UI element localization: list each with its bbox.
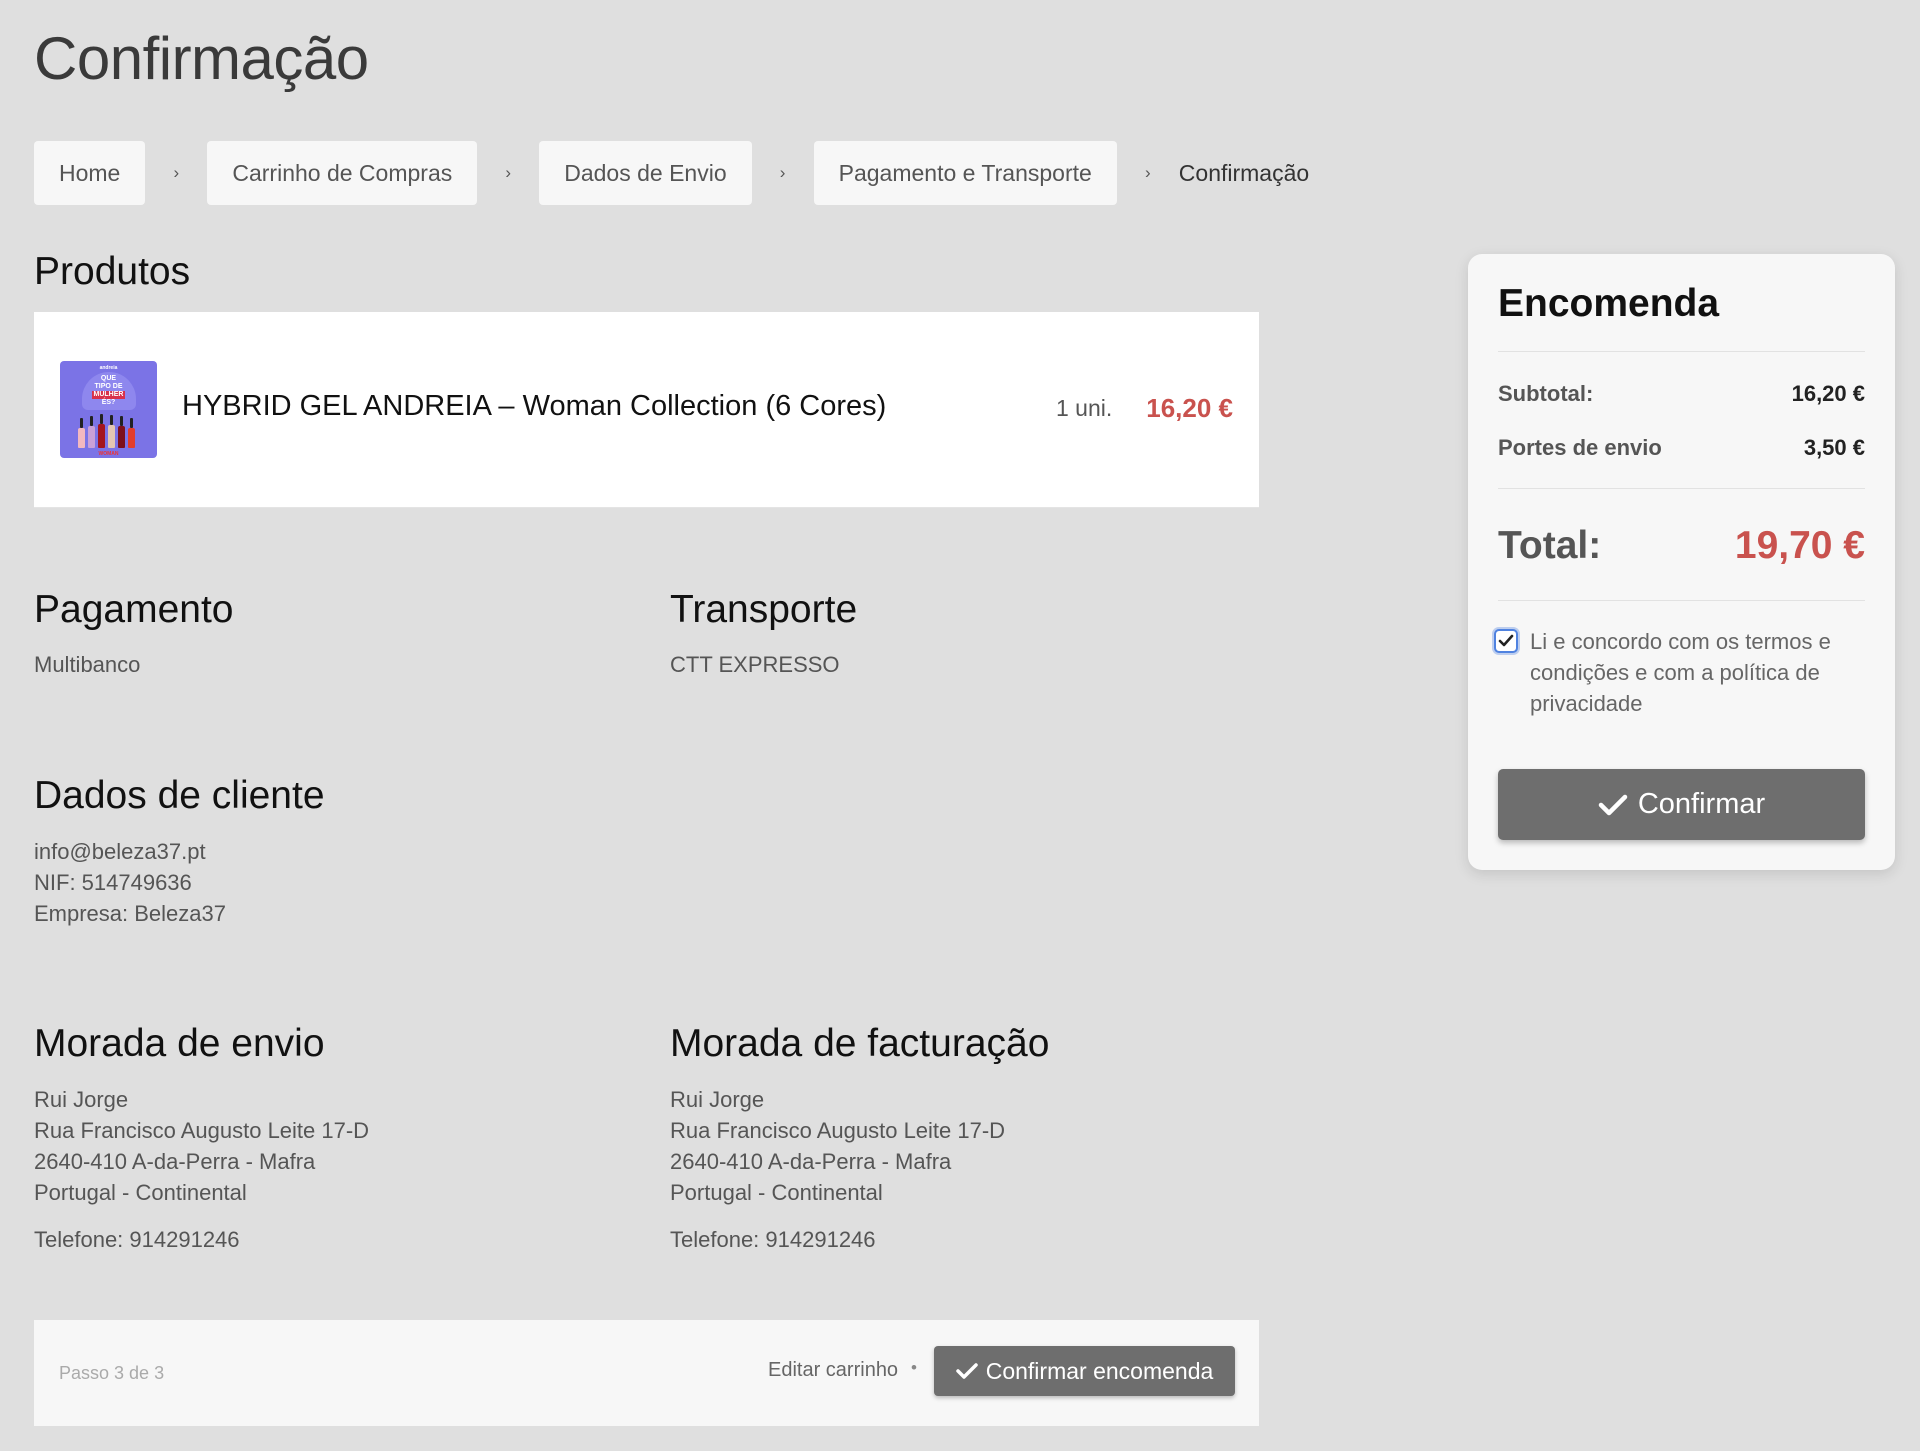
breadcrumb-shipping-data[interactable]: Dados de Envio [539, 141, 752, 205]
address-postcode: 2640-410 A-da-Perra - Mafra [670, 1149, 952, 1174]
shipping-address: Rui Jorge Rua Francisco Augusto Leite 17… [34, 1084, 369, 1208]
address-name: Rui Jorge [670, 1087, 765, 1112]
confirm-button[interactable]: Confirmar [1498, 769, 1865, 840]
address-postcode: 2640-410 A-da-Perra - Mafra [34, 1149, 316, 1174]
product-image-brand: andreia [99, 365, 118, 371]
edit-cart-link[interactable]: Editar carrinho [768, 1359, 898, 1382]
transport-method: CTT EXPRESSO [670, 652, 840, 677]
customer-nif: NIF: 514749636 [34, 870, 192, 895]
divider [1498, 600, 1865, 601]
address-street: Rua Francisco Augusto Leite 17-D [34, 1118, 370, 1143]
breadcrumb-home[interactable]: Home [34, 141, 146, 205]
divider [1498, 488, 1865, 489]
product-name[interactable]: HYBRID GEL ANDREIA – Woman Collection (6… [182, 390, 886, 423]
divider [1498, 351, 1865, 352]
confirm-label: Confirmar [1637, 788, 1766, 820]
polish-bottle [108, 415, 115, 448]
checkmark-icon [1498, 634, 1514, 647]
billing-address: Rui Jorge Rua Francisco Augusto Leite 17… [670, 1084, 1005, 1208]
billing-phone: Telefone: 914291246 [670, 1227, 876, 1252]
terms-label[interactable]: Li e concordo com os termos e condições … [1530, 626, 1865, 719]
address-country: Portugal - Continental [34, 1180, 247, 1205]
customer-email: info@beleza37.pt [34, 839, 206, 864]
transport-heading: Transporte [670, 588, 858, 631]
breadcrumb-separator: › [1144, 163, 1151, 182]
product-image-foot: WOMAN [98, 451, 119, 457]
total-value: 19,70 € [1734, 524, 1865, 567]
polish-bottle [88, 416, 95, 448]
breadcrumb-current: Confirmação [1178, 159, 1310, 186]
billing-address-heading: Morada de facturação [670, 1022, 1050, 1065]
polish-bottle [78, 418, 85, 448]
payment-heading: Pagamento [34, 588, 234, 631]
customer-company: Empresa: Beleza37 [34, 901, 226, 926]
subtotal-label: Subtotal: [1498, 381, 1594, 406]
product-image-text: QUE TIPO DE MULHER ÉS? [91, 375, 126, 406]
address-street: Rua Francisco Augusto Leite 17-D [670, 1118, 1006, 1143]
check-icon [955, 1363, 978, 1379]
breadcrumb-separator: › [505, 163, 512, 182]
confirm-order-label: Confirmar encomenda [985, 1357, 1214, 1384]
confirm-order-button[interactable]: Confirmar encomenda [934, 1346, 1235, 1396]
footer-separator: • [911, 1358, 917, 1377]
product-price: 16,20 € [1146, 393, 1233, 423]
breadcrumb-separator: › [173, 163, 180, 182]
step-indicator: Passo 3 de 3 [59, 1363, 165, 1383]
products-heading: Produtos [34, 250, 191, 293]
polish-bottle [98, 414, 105, 448]
order-summary-card: Encomenda Subtotal: 16,20 € Portes de en… [1468, 254, 1895, 870]
shipping-cost-value: 3,50 € [1803, 435, 1865, 460]
address-name: Rui Jorge [34, 1087, 129, 1112]
subtotal-value: 16,20 € [1791, 381, 1865, 406]
order-title: Encomenda [1498, 282, 1720, 325]
polish-bottle [118, 416, 125, 448]
customer-details: info@beleza37.pt NIF: 514749636 Empresa:… [34, 836, 226, 929]
product-image[interactable]: andreia QUE TIPO DE MULHER ÉS? WOMAN [60, 361, 157, 458]
payment-method: Multibanco [34, 652, 141, 677]
customer-heading: Dados de cliente [34, 774, 325, 817]
breadcrumb-cart[interactable]: Carrinho de Compras [207, 141, 478, 205]
total-label: Total: [1498, 524, 1602, 567]
breadcrumb-separator: › [779, 163, 786, 182]
page-title: Confirmação [34, 25, 369, 92]
product-quantity: 1 uni. [1056, 395, 1113, 421]
polish-bottle [128, 418, 135, 448]
terms-checkbox[interactable] [1494, 629, 1518, 653]
address-country: Portugal - Continental [670, 1180, 883, 1205]
check-icon [1598, 794, 1628, 815]
shipping-phone: Telefone: 914291246 [34, 1227, 240, 1252]
shipping-cost-label: Portes de envio [1498, 435, 1662, 460]
breadcrumb: Home › Carrinho de Compras › Dados de En… [34, 141, 1309, 205]
breadcrumb-payment-transport[interactable]: Pagamento e Transporte [813, 141, 1117, 205]
checkout-footer: Passo 3 de 3 Editar carrinho • Confirmar… [34, 1320, 1259, 1426]
shipping-address-heading: Morada de envio [34, 1022, 325, 1065]
products-card: andreia QUE TIPO DE MULHER ÉS? WOMAN HYB… [34, 312, 1259, 508]
